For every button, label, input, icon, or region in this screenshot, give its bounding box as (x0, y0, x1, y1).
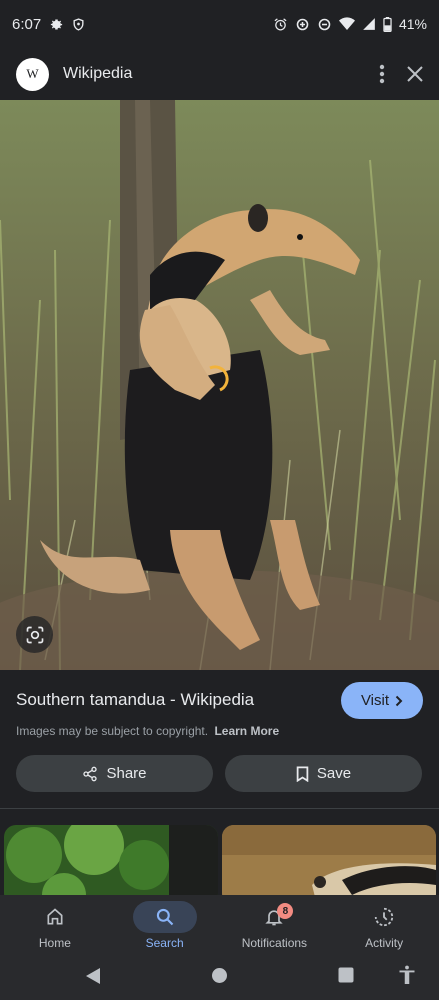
home-circle-icon[interactable] (211, 967, 228, 984)
data-saver-icon (296, 18, 309, 30)
status-system-icons: 41% (273, 16, 427, 32)
lens-search-button[interactable] (16, 616, 53, 653)
save-label: Save (316, 765, 352, 782)
notification-badge: 8 (277, 903, 294, 919)
result-info-panel: Southern tamandua - Wikipedia Visit Imag… (0, 670, 439, 810)
wifi-icon (338, 17, 355, 30)
do-not-disturb-icon (318, 18, 331, 30)
save-button[interactable]: Save (225, 755, 422, 792)
share-label: Share (106, 765, 147, 782)
cell-signal-icon (363, 18, 375, 30)
header-actions (379, 64, 423, 84)
logo-letter: W (26, 66, 39, 81)
related-images (0, 825, 439, 895)
copyright-notice: Images may be subject to copyright. Lear… (16, 724, 279, 738)
visit-button[interactable]: Visit (341, 682, 423, 719)
nav-notifications-label: Notifications (241, 936, 308, 950)
tamandua-image[interactable] (0, 100, 439, 670)
nav-search-icon-wrap (132, 901, 197, 933)
section-divider (0, 808, 439, 809)
nav-search-label: Search (145, 936, 184, 950)
more-vert-icon[interactable] (379, 64, 385, 84)
activity-icon (374, 907, 394, 927)
back-icon[interactable] (85, 967, 101, 985)
tamandua-photo (0, 100, 439, 670)
visit-label: Visit (360, 692, 390, 709)
shield-icon (73, 17, 84, 31)
status-time: 6:07 (12, 15, 42, 33)
google-lens-icon (26, 626, 43, 643)
nav-search[interactable]: Search (110, 895, 220, 955)
nav-home[interactable]: Home (0, 895, 110, 955)
bottom-navigation: Home Search 8 Notifications Activity (0, 895, 439, 955)
source-header: W Wikipedia (0, 48, 439, 100)
home-icon (47, 908, 63, 925)
accessibility-icon[interactable] (398, 965, 416, 985)
alarm-icon (274, 17, 287, 30)
status-notification-icons (49, 17, 85, 32)
wikipedia-logo[interactable]: W (16, 57, 49, 91)
related-image-foliage (4, 825, 218, 895)
system-navigation-bar (0, 955, 439, 1000)
nav-activity-icon-wrap (352, 901, 416, 933)
nav-home-label: Home (38, 936, 71, 950)
search-icon (156, 908, 173, 926)
recents-icon[interactable] (338, 967, 354, 983)
status-bar: 6:07 41% (0, 0, 439, 48)
result-title[interactable]: Southern tamandua - Wikipedia (16, 690, 254, 710)
chevron-right-icon (395, 695, 403, 706)
related-image-card[interactable] (222, 825, 436, 895)
copyright-text: Images may be subject to copyright. (16, 724, 209, 738)
nav-activity[interactable]: Activity (329, 895, 439, 955)
share-icon (83, 766, 98, 781)
settings-gear-icon (51, 19, 63, 29)
close-icon[interactable] (407, 66, 423, 82)
battery-percent: 41% (398, 16, 427, 32)
learn-more-link[interactable]: Learn More (214, 724, 279, 738)
battery-icon (383, 16, 392, 32)
nav-notifications[interactable]: 8 Notifications (220, 895, 330, 955)
bookmark-icon (296, 765, 309, 782)
nav-home-icon-wrap (23, 901, 87, 933)
share-button[interactable]: Share (16, 755, 213, 792)
site-name[interactable]: Wikipedia (63, 65, 132, 83)
related-image-card[interactable] (4, 825, 218, 895)
nav-notifications-icon-wrap: 8 (242, 901, 306, 933)
nav-activity-label: Activity (365, 936, 404, 950)
related-image-tamandua (222, 825, 436, 895)
